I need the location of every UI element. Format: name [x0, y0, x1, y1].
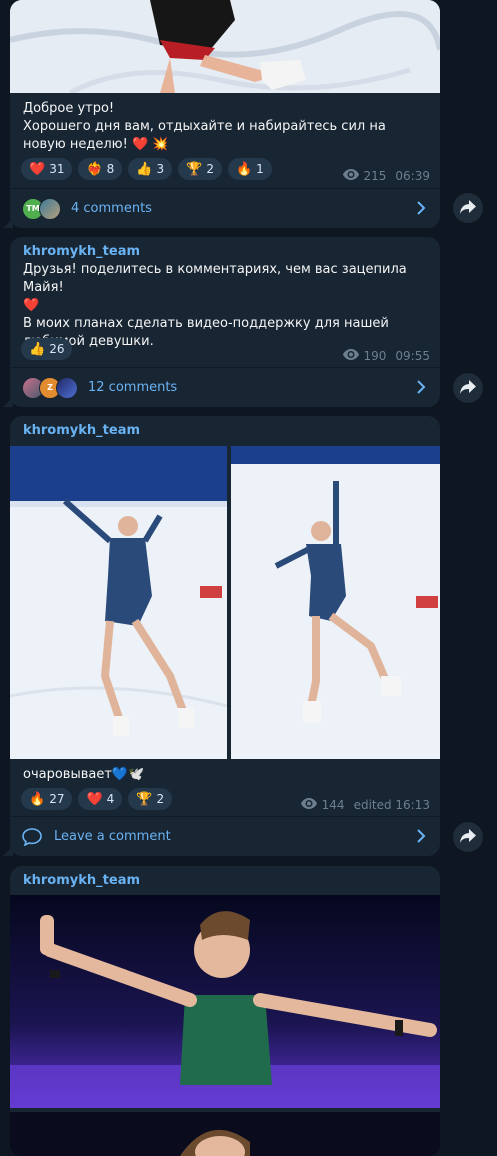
reaction-heart[interactable]: ❤️ 31	[21, 158, 73, 180]
post-1-reactions: ❤️ 31 ❤️‍🔥 8 👍 3 🏆 2 🔥 1	[10, 158, 283, 180]
view-count: 215	[363, 169, 387, 183]
reaction-trophy[interactable]: 🏆 2	[128, 788, 173, 810]
reaction-count: 31	[49, 162, 65, 176]
reaction-heart[interactable]: ❤️ 4	[78, 788, 123, 810]
reaction-emoji: 👍	[29, 341, 46, 357]
post-4-photo-1[interactable]	[10, 895, 440, 1108]
post-3-photo-2[interactable]	[231, 446, 440, 759]
bubble-tail	[3, 846, 13, 856]
reaction-thumbs-up[interactable]: 👍 26	[21, 338, 73, 360]
post-4: khromykh_team	[10, 866, 440, 1156]
reaction-emoji: 🏆	[186, 161, 203, 177]
reaction-thumbs-up[interactable]: 👍 3	[128, 158, 173, 180]
post-1-comments-button[interactable]: TM 4 comments	[10, 188, 440, 228]
chevron-right-icon	[416, 828, 426, 848]
post-1-text-line-2: Хорошего дня вам, отдыхайте и набирайтес…	[23, 119, 386, 152]
reaction-emoji: ❤️‍🔥	[86, 161, 103, 177]
reaction-count: 1	[256, 162, 264, 176]
bubble-tail	[3, 397, 13, 407]
post-4-photo-2[interactable]	[10, 1112, 440, 1156]
post-1-text: Доброе утро! Хорошего дня вам, отдыхайте…	[10, 98, 440, 154]
share-icon	[460, 379, 476, 398]
eye-icon	[342, 349, 359, 363]
post-time: 06:39	[395, 169, 430, 183]
post-author[interactable]: khromykh_team	[10, 237, 440, 259]
reaction-count: 26	[49, 342, 65, 356]
reaction-emoji: ❤️	[29, 161, 46, 177]
commenter-avatars: TM	[22, 197, 61, 220]
eye-icon	[342, 169, 359, 183]
reaction-trophy[interactable]: 🏆 2	[178, 158, 222, 180]
post-2-text-line-3: В моих планах сделать видео-поддержку дл…	[23, 316, 389, 349]
comments-label: 12 comments	[88, 380, 178, 395]
post-time: 09:55	[395, 349, 430, 363]
post-author[interactable]: khromykh_team	[10, 416, 440, 438]
comments-label: Leave a comment	[54, 829, 171, 844]
post-3-meta: 144 edited 16:13	[300, 798, 430, 812]
reaction-emoji: 🔥	[29, 791, 46, 807]
view-count: 190	[363, 349, 387, 363]
reaction-emoji: 👍	[136, 161, 153, 177]
avatar	[56, 376, 78, 399]
comment-bubble-icon	[22, 827, 42, 846]
chevron-right-icon	[416, 200, 426, 220]
reaction-count: 27	[49, 792, 65, 806]
reaction-emoji: ❤️	[86, 791, 103, 807]
eye-icon	[300, 798, 317, 812]
reaction-count: 4	[106, 792, 115, 806]
post-author[interactable]: khromykh_team	[10, 866, 440, 888]
reaction-fire[interactable]: 🔥 27	[21, 788, 73, 810]
post-2-meta: 190 09:55	[342, 349, 430, 363]
reaction-heart-on-fire[interactable]: ❤️‍🔥 8	[78, 158, 123, 180]
post-1-text-line-1: Доброе утро!	[23, 101, 115, 116]
chevron-right-icon	[416, 379, 426, 399]
reaction-count: 8	[106, 162, 115, 176]
reaction-fire[interactable]: 🔥 1	[227, 158, 272, 180]
share-icon	[460, 828, 476, 847]
reaction-count: 2	[206, 162, 214, 176]
comments-label: 4 comments	[71, 201, 152, 216]
post-1: Доброе утро! Хорошего дня вам, отдыхайте…	[10, 0, 440, 228]
bubble-tail	[3, 218, 13, 228]
post-2-reactions: 👍 26	[10, 338, 83, 360]
post-3-comments-button[interactable]: Leave a comment	[10, 816, 440, 856]
post-3: khromykh_team очаровывает💙🕊️ 🔥 27 ❤️ 4 🏆…	[10, 416, 440, 856]
post-1-photo[interactable]	[10, 0, 440, 93]
post-3-reactions: 🔥 27 ❤️ 4 🏆 2	[10, 788, 183, 810]
post-3-photo-1[interactable]	[10, 446, 227, 759]
post-time: edited 16:13	[353, 798, 430, 812]
view-count: 144	[321, 798, 345, 812]
reaction-emoji: 🔥	[235, 161, 253, 177]
share-icon	[460, 199, 476, 218]
commenter-avatars: Z	[22, 376, 78, 399]
post-1-meta: 215 06:39	[342, 169, 430, 183]
post-2: khromykh_team Друзья! поделитесь в комме…	[10, 237, 440, 407]
post-2-comments-button[interactable]: Z 12 comments	[10, 367, 440, 407]
share-button[interactable]	[453, 822, 483, 852]
post-3-text: очаровывает💙🕊️	[23, 767, 145, 782]
reaction-emoji: 🏆	[136, 791, 153, 807]
post-2-text-line-1: Друзья! поделитесь в комментариях, чем в…	[23, 262, 407, 295]
share-button[interactable]	[453, 373, 483, 403]
post-2-text-line-2: ❤️	[23, 298, 40, 313]
reaction-count: 2	[156, 792, 165, 806]
share-button[interactable]	[453, 193, 483, 223]
reaction-count: 3	[156, 162, 165, 176]
avatar	[39, 197, 61, 220]
